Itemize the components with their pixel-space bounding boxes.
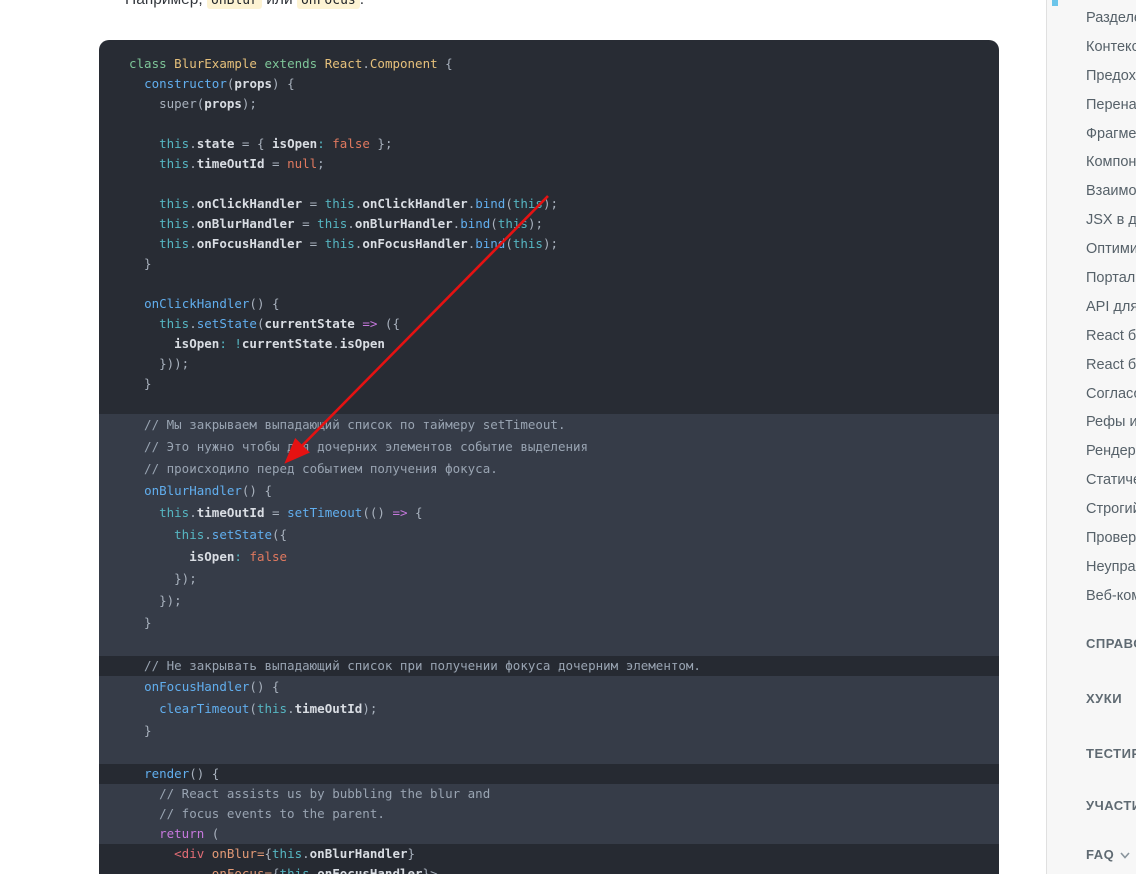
code-line: this.onFocusHandler = this.onFocusHandle… xyxy=(159,236,559,251)
sidebar-item[interactable]: Компоненты высшего порядка xyxy=(1086,148,1136,177)
sidebar-item[interactable]: Проверка типов с PropTypes xyxy=(1086,524,1136,553)
code-line: clearTimeout(this.timeOutId); xyxy=(99,698,999,720)
sidebar-item[interactable]: Фрагменты xyxy=(1086,120,1136,149)
code-line: } xyxy=(129,256,152,271)
code-line: this.onClickHandler = this.onClickHandle… xyxy=(159,196,559,211)
code-line: }); xyxy=(99,568,999,590)
active-section-indicator xyxy=(1052,0,1058,6)
code-line: this.setState(currentState => ({ xyxy=(159,316,400,331)
code-line: onFocusHandler() { xyxy=(99,676,999,698)
sidebar-item[interactable]: Строгий режим xyxy=(1086,495,1136,524)
page: Например, onBlur или onFocus. class Blur… xyxy=(0,0,1136,874)
intro-paragraph: Например, onBlur или onFocus. xyxy=(125,0,364,9)
sidebar-item[interactable]: Оптимизация производительности xyxy=(1086,235,1136,264)
intro-text: . xyxy=(360,0,364,8)
intro-text: или xyxy=(262,0,297,8)
sidebar-item[interactable]: React без JSX xyxy=(1086,351,1136,380)
sidebar-section-heading[interactable]: ХУКИ xyxy=(1086,691,1122,706)
sidebar-item[interactable]: Контекст xyxy=(1086,33,1136,62)
sidebar: Разделение кодаКонтекстПредохранителиПер… xyxy=(1046,0,1136,874)
sidebar-item[interactable]: Рендер-пропсы xyxy=(1086,437,1136,466)
inline-code-onblur: onBlur xyxy=(207,0,262,9)
code-line: } xyxy=(129,376,152,391)
code-line: // Это нужно чтобы для дочерних элементо… xyxy=(99,436,999,458)
code-line: isOpen: false xyxy=(99,546,999,568)
sidebar-section-heading[interactable]: ТЕСТИРОВАНИЕ xyxy=(1086,746,1136,761)
code-line: super(props); xyxy=(129,96,257,111)
sidebar-item[interactable]: API для профайлера xyxy=(1086,293,1136,322)
sidebar-item[interactable]: Веб-компоненты xyxy=(1086,582,1136,611)
sidebar-item[interactable]: Порталы xyxy=(1086,264,1136,293)
code-line: render() { xyxy=(99,764,999,784)
code-line: this.timeOutId = setTimeout(() => { xyxy=(99,502,999,524)
sidebar-section-heading[interactable]: СПРАВОЧНИК API xyxy=(1086,636,1136,651)
code-line: onFocus={this.onFocusHandler}> xyxy=(99,864,999,874)
code-line: <div onBlur={this.onBlurHandler} xyxy=(99,844,999,864)
code-line: onClickHandler() { xyxy=(144,296,280,311)
code-line: // происходило перед событием получения … xyxy=(99,458,999,480)
sidebar-item[interactable]: Перенаправление рефов xyxy=(1086,91,1136,120)
sidebar-item[interactable]: Разделение кода xyxy=(1086,4,1136,33)
code-lines: class BlurExample extends React.Componen… xyxy=(99,54,999,874)
sidebar-item[interactable]: Статическая проверка типов xyxy=(1086,466,1136,495)
code-line: } xyxy=(99,720,999,742)
code-line: // Не закрывать выпадающий список при по… xyxy=(99,656,999,676)
sidebar-item[interactable]: Неуправляемые компоненты xyxy=(1086,553,1136,582)
sidebar-section-heading[interactable]: УЧАСТИЕ xyxy=(1086,798,1136,813)
code-line: class BlurExample extends React.Componen… xyxy=(129,56,453,71)
code-line: // focus events to the parent. xyxy=(99,804,999,824)
code-line: }); xyxy=(99,590,999,612)
sidebar-item[interactable]: Взаимодействие со сторонними библиотекам… xyxy=(1086,177,1136,206)
sidebar-item[interactable]: React без ES6 xyxy=(1086,322,1136,351)
sidebar-item[interactable]: Предохранители xyxy=(1086,62,1136,91)
code-line: this.onBlurHandler = this.onBlurHandler.… xyxy=(159,216,543,231)
sidebar-item[interactable]: Рефы и DOM xyxy=(1086,408,1136,437)
code-line: // React assists us by bubbling the blur… xyxy=(99,784,999,804)
code-line: constructor(props) { xyxy=(144,76,295,91)
code-line: this.setState({ xyxy=(99,524,999,546)
sidebar-item[interactable]: Согласование xyxy=(1086,380,1136,409)
code-line xyxy=(99,634,999,656)
intro-text: Например, xyxy=(125,0,207,8)
code-line xyxy=(99,742,999,764)
code-line: this.state = { isOpen: false }; xyxy=(159,136,393,151)
sidebar-item[interactable]: JSX в деталях xyxy=(1086,206,1136,235)
code-line: this.timeOutId = null; xyxy=(159,156,325,171)
code-line: return ( xyxy=(99,824,999,844)
chevron-down-icon xyxy=(1120,847,1130,862)
code-line: // Мы закрываем выпадающий список по тай… xyxy=(99,414,999,436)
code-line: isOpen: !currentState.isOpen xyxy=(174,336,385,351)
code-block: class BlurExample extends React.Componen… xyxy=(99,40,999,874)
code-line: })); xyxy=(129,356,190,371)
code-line: } xyxy=(99,612,999,634)
inline-code-onfocus: onFocus xyxy=(296,0,360,9)
code-line: onBlurHandler() { xyxy=(99,480,999,502)
sidebar-nav-list: Разделение кодаКонтекстПредохранителиПер… xyxy=(1086,4,1136,611)
sidebar-section-heading[interactable]: FAQ xyxy=(1086,847,1130,862)
